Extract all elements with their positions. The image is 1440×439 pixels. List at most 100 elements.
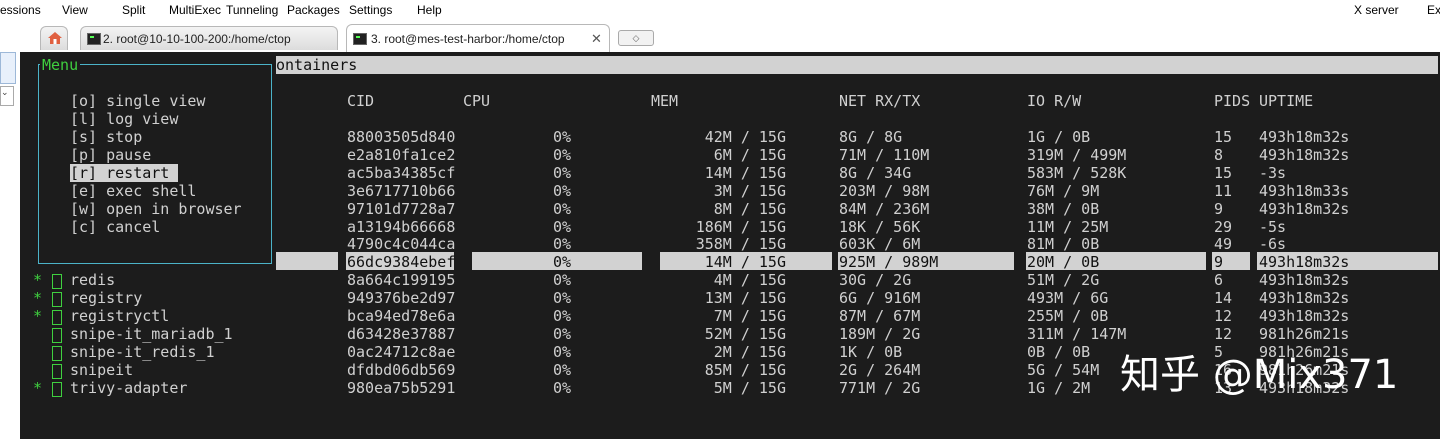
uptime-value: 493h18m33s [1259,182,1350,200]
menu-exit[interactable]: Exi [1427,3,1440,17]
status-icon [52,345,62,363]
header-title: ontainers [276,56,358,74]
pids-value: 6 [1214,271,1224,289]
uptime-value: 493h18m32s [1259,200,1350,218]
net-value: 84M / 236M [839,200,930,218]
cpu-value: 0% [553,200,572,218]
new-tab-button[interactable]: ◇ [618,30,654,46]
container-name: registryctl [70,307,170,325]
cpu-value: 0% [553,235,572,253]
menu-item-restart[interactable]: [r] restart [70,164,179,182]
col-header-io: IO R/W [1027,92,1082,110]
menu-sessions[interactable]: essions [0,3,41,17]
container-id: 980ea75b5291 [347,379,456,397]
pids-value: 14 [1214,289,1233,307]
restart-pad [169,164,179,182]
net-value: 87M / 67M [839,307,921,325]
uptime-value: 981h26m21s [1259,325,1350,343]
starred-icon: * [33,271,43,289]
container-id: e2a810fa1ce2 [347,146,456,164]
container-name: redis [70,271,116,289]
menu-item-pause[interactable]: [p] pause [70,146,151,164]
container-id: 0ac24712c8ae [347,343,456,361]
starred-icon: * [33,379,43,397]
cpu-value: 0% [553,307,572,325]
io-value: 311M / 147M [1027,325,1127,343]
net-value: 771M / 2G [839,379,921,397]
mem-value: 358M / 15G [695,235,786,253]
cpu-value: 0% [553,128,572,146]
menu-item-cancel[interactable]: [c] cancel [70,218,160,236]
cpu-value: 0% [553,146,572,164]
col-header-net: NET RX/TX [839,92,921,110]
container-id: 97101d7728a7 [347,200,456,218]
menu-item-exec-shell[interactable]: [e] exec shell [70,182,196,200]
status-icon [52,363,62,381]
mem-value: 52M / 15G [704,325,786,343]
mem-value: 4M / 15G [713,271,786,289]
diamond-icon: ◇ [632,33,640,43]
mem-value: 186M / 15G [695,218,786,236]
menu-item-open-browser[interactable]: [w] open in browser [70,200,242,218]
cpu-value: 0% [553,253,572,271]
menu-multiexec[interactable]: MultiExec [169,3,221,17]
menu-help[interactable]: Help [417,3,442,17]
cpu-value: 0% [553,379,572,397]
side-panel: ⌄ [0,52,20,439]
mem-value: 42M / 15G [704,128,786,146]
io-value: 76M / 9M [1027,182,1100,200]
menu-tunneling[interactable]: Tunneling [226,3,278,17]
menu-view[interactable]: View [62,3,88,17]
mem-value: 5M / 15G [713,379,786,397]
menu-split[interactable]: Split [122,3,145,17]
cpu-value: 0% [553,271,572,289]
net-value: 1K / 0B [839,343,903,361]
status-icon [52,291,62,309]
terminal-icon [87,33,101,45]
container-id: ac5ba34385cf [347,164,456,182]
row-highlight [276,252,338,270]
io-value: 255M / 0B [1027,307,1109,325]
chevron-down-icon[interactable]: ⌄ [0,86,14,106]
container-id: 3e6717710b66 [347,182,456,200]
uptime-value: 493h18m32s [1259,128,1350,146]
starred-icon: * [33,307,43,325]
menu-item-stop[interactable]: [s] stop [70,128,142,146]
col-header-cid: CID [347,92,375,110]
starred-icon: * [33,289,43,307]
mem-value: 13M / 15G [704,289,786,307]
io-value: 493M / 6G [1027,289,1109,307]
terminal-icon [353,33,367,45]
cpu-value: 0% [553,182,572,200]
menu-item-log-view[interactable]: [l] log view [70,110,178,128]
container-id: dfdbd06db569 [347,361,456,379]
uptime-value: 493h18m32s [1259,271,1350,289]
mem-value: 14M / 15G [704,164,786,182]
container-id: 88003505d840 [347,128,456,146]
container-name: trivy-adapter [70,379,188,397]
menu-bar: essions View Split MultiExec Tunneling P… [0,0,1440,20]
container-id: 949376be2d97 [347,289,456,307]
io-value: 319M / 499M [1027,146,1127,164]
net-value: 8G / 8G [839,128,903,146]
col-header-pids: PIDS [1214,92,1251,110]
uptime-value: -3s [1259,164,1287,182]
menu-item-single-view[interactable]: [o] single view [70,92,205,110]
col-header-cpu: CPU [463,92,491,110]
close-icon[interactable]: ✕ [591,31,602,47]
container-name: snipe-it_redis_1 [70,343,215,361]
watermark: 知乎 @Mix371 [1120,352,1399,398]
tab-session-2[interactable]: 2. root@10-10-100-200:/home/ctop [80,26,338,50]
net-value: 71M / 110M [839,146,930,164]
tab-home[interactable] [40,26,68,50]
uptime-value: 493h18m32s [1259,289,1350,307]
menu-packages[interactable]: Packages [287,3,340,17]
cpu-value: 0% [553,325,572,343]
tab-session-3[interactable]: 3. root@mes-test-harbor:/home/ctop ✕ [346,24,610,52]
menu-x-server[interactable]: X server [1354,3,1399,17]
side-panel-tab[interactable] [0,52,16,84]
menu-settings[interactable]: Settings [349,3,392,17]
mem-value: 2M / 15G [713,343,786,361]
net-value: 925M / 989M [839,253,939,271]
uptime-value: 493h18m32s [1259,307,1350,325]
